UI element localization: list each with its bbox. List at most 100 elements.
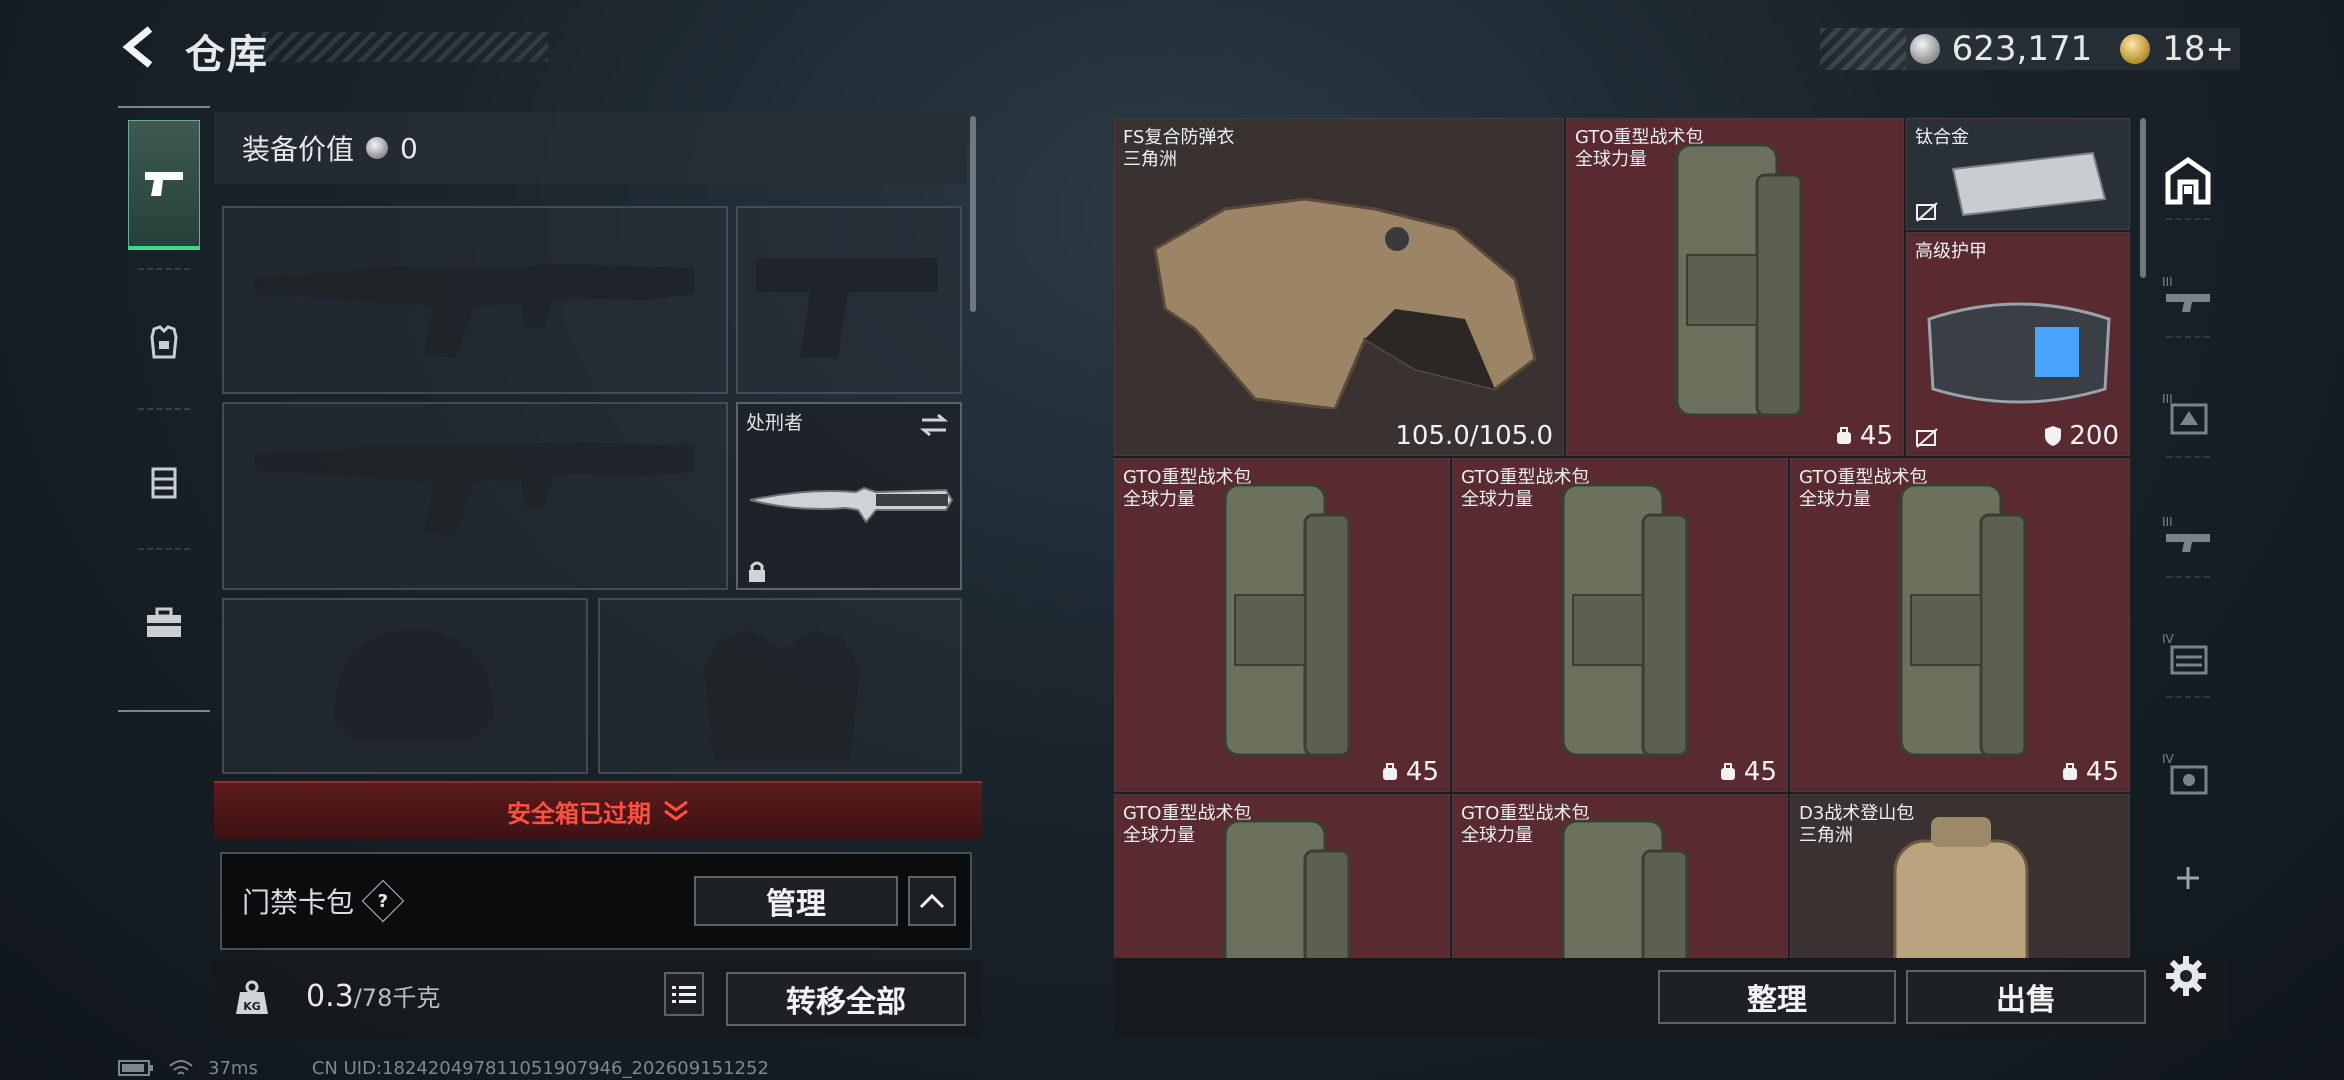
safe-box-expired-bar[interactable]: 安全箱已过期 (214, 781, 982, 839)
sell-button[interactable]: 出售 (1906, 970, 2146, 1024)
rifle-silhouette-icon (254, 264, 694, 358)
add-icon (2177, 867, 2199, 889)
weight-current: 0.3 (306, 979, 354, 1014)
backpack-icon (1675, 143, 1803, 417)
lock-icon (749, 561, 765, 582)
melee-name: 处刑者 (746, 412, 804, 434)
stash-item-backpack[interactable]: GTO重型战术包 全球力量 (1114, 794, 1450, 958)
backpack-icon (1561, 819, 1689, 958)
capacity: 45 (1834, 421, 1893, 451)
settings-button[interactable] (2160, 950, 2212, 1002)
backpack-capacity-icon (2062, 763, 2077, 780)
backpack-icon (1899, 483, 2027, 757)
svg-text:IV: IV (2162, 752, 2175, 766)
melee-slot[interactable]: 处刑者 (736, 402, 962, 590)
tab-chest-rig[interactable] (128, 418, 200, 548)
capacity: 45 (1718, 757, 1777, 787)
capacity: 45 (1380, 757, 1439, 787)
helmet-silhouette-icon (334, 630, 494, 740)
backpack-icon (1223, 483, 1351, 757)
stash-item-backpack[interactable]: GTO重型战术包 全球力量 45 (1566, 118, 1904, 456)
stash-scrollbar[interactable] (2140, 118, 2146, 278)
stash-home-icon (2165, 156, 2211, 205)
rifle-tier3b-icon: III (2162, 515, 2210, 552)
rifle-tier3-button[interactable]: III (2162, 268, 2214, 320)
stash-grid: FS复合防弹衣 三角洲 105.0/105.0 GTO重型战术包 全球力量 45… (1114, 118, 2130, 958)
backpack-icon (1223, 819, 1351, 958)
vest-silhouette-icon (704, 630, 860, 760)
collapse-button[interactable] (908, 876, 956, 926)
battery-icon (118, 1060, 153, 1076)
tab-weapons[interactable] (128, 120, 200, 250)
back-button[interactable] (112, 22, 168, 72)
pistol-slot[interactable] (736, 206, 962, 394)
stash-item-armor-vest[interactable]: FS复合防弹衣 三角洲 105.0/105.0 (1114, 118, 1564, 456)
title-decoration (262, 32, 548, 62)
page-title: 仓库 (185, 32, 269, 78)
access-card-bag: 门禁卡包 ? 管理 (220, 852, 972, 950)
silver-amount: 623,171 (1951, 29, 2093, 69)
silver-coin-icon (366, 137, 389, 159)
stash-item-tan-backpack[interactable]: D3战术登山包 三角洲 (1790, 794, 2130, 958)
user-uid: CN UID:182420497811051907946_20260915125… (311, 1057, 769, 1079)
capacity: 45 (2060, 757, 2119, 787)
manage-button[interactable]: 管理 (694, 876, 898, 926)
stash-item-backpack[interactable]: GTO重型战术包 全球力量 45 (1452, 458, 1788, 792)
stash-item-backpack[interactable]: GTO重型战术包 全球力量 45 (1114, 458, 1450, 792)
durability: 105.0/105.0 (1395, 421, 1553, 451)
no-insure-icon (1916, 202, 1938, 222)
backpack-icon (1561, 483, 1689, 757)
shield-icon (2045, 426, 2062, 446)
stash-home-button[interactable] (2162, 154, 2214, 206)
no-insure-icon (1916, 428, 1938, 448)
currency-decoration (1819, 28, 1906, 70)
case-tier4-button[interactable]: IV (2162, 628, 2214, 680)
armor-value: 200 (2043, 421, 2119, 451)
ping: 37ms (208, 1057, 258, 1079)
help-icon[interactable]: ? (361, 879, 405, 923)
backpack-capacity-icon (1382, 763, 1397, 780)
pistol-silhouette-icon (756, 258, 938, 358)
helmet-slot[interactable] (222, 598, 588, 774)
swap-icon[interactable] (918, 412, 950, 438)
svg-text:III: III (2162, 275, 2173, 289)
svg-text:IV: IV (2162, 632, 2175, 646)
equipment-value-label: 装备价值 (242, 133, 355, 166)
list-view-button[interactable] (664, 972, 704, 1016)
tab-toolbox[interactable] (128, 558, 200, 688)
titanium-bar-icon (1951, 151, 2107, 217)
weapon-tier4-button[interactable]: IV (2162, 748, 2214, 800)
status-strip: 37ms CN UID:182420497811051907946_202609… (118, 1056, 769, 1080)
secondary-weapon-slot[interactable] (222, 402, 728, 590)
stash-item-backpack[interactable]: GTO重型战术包 全球力量 (1452, 794, 1788, 958)
armor-tier3-button[interactable]: III (2162, 388, 2214, 440)
transfer-all-button[interactable]: 转移全部 (726, 972, 966, 1026)
chevron-left-icon (122, 26, 153, 68)
equipment-scrollbar[interactable] (970, 116, 976, 312)
safe-box-label: 安全箱已过期 (507, 799, 651, 828)
rifle-tier3-icon: III (2162, 275, 2210, 312)
weapon-tier4-icon: IV (2162, 752, 2208, 795)
silver-coin-icon (1909, 34, 1940, 64)
add-category-button[interactable] (2162, 852, 2214, 904)
weight-max: /78千克 (353, 984, 441, 1012)
armor-vest-icon (1153, 197, 1537, 409)
rifle-tier3b-button[interactable]: III (2162, 508, 2214, 560)
backpack-capacity-icon (1720, 763, 1735, 780)
organize-button[interactable]: 整理 (1658, 970, 1896, 1024)
armor-icon (150, 325, 178, 359)
wifi-icon (169, 1060, 193, 1075)
loadout-tab-bar (118, 106, 210, 712)
weight-icon: KG (236, 980, 268, 1014)
carry-weight-bar: KG 0.3/78千克 转移全部 (214, 960, 982, 1037)
tab-armor[interactable] (128, 278, 200, 408)
knife-icon (749, 486, 954, 524)
primary-weapon-slot[interactable] (222, 206, 728, 394)
stash-item-armor-case[interactable]: 高级护甲 200 (1906, 232, 2130, 456)
case-tier4-icon: IV (2162, 632, 2208, 675)
stash-category-rail: III III III IV IV (2148, 118, 2228, 958)
stash-item-titanium[interactable]: 钛合金 (1906, 118, 2130, 230)
body-armor-slot[interactable] (598, 598, 962, 774)
svg-text:KG: KG (243, 1000, 261, 1013)
stash-item-backpack[interactable]: GTO重型战术包 全球力量 45 (1790, 458, 2130, 792)
